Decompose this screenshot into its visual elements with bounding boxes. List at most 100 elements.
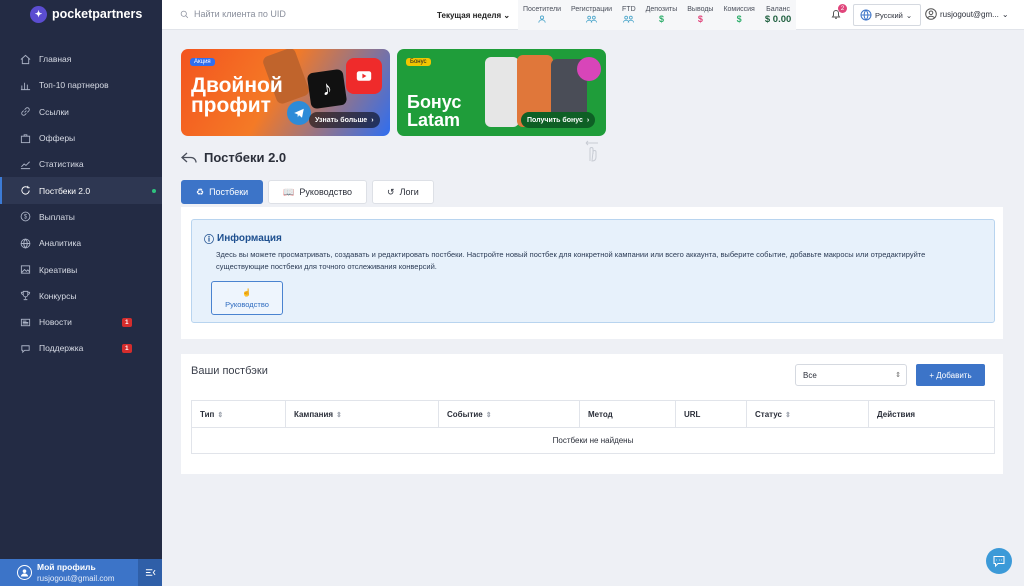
column-label: Действия bbox=[877, 409, 916, 419]
column-label: Тип bbox=[200, 409, 215, 419]
column-label: Метод bbox=[588, 409, 613, 419]
period-select[interactable]: Текущая неделя ⌄ bbox=[437, 11, 510, 20]
search-input[interactable]: Найти клиента по UID bbox=[194, 9, 286, 19]
column-label: Статус bbox=[755, 409, 782, 419]
news-icon bbox=[20, 317, 31, 328]
banner-title-line1: Двойной bbox=[191, 74, 283, 97]
tabs: ♻ Постбеки 📖 Руководство ↺ Логи bbox=[181, 180, 434, 204]
tab-label: Постбеки bbox=[209, 187, 249, 197]
profile-email: rusjogout@gmail.com bbox=[37, 573, 115, 583]
column-method: Метод bbox=[579, 400, 676, 428]
sidebar-item-offers[interactable]: Офферы bbox=[0, 125, 162, 151]
sidebar-item-links[interactable]: Ссылки bbox=[0, 99, 162, 125]
sidebar-item-top10[interactable]: Топ-10 партнеров bbox=[0, 72, 162, 98]
sidebar-item-stats[interactable]: Статистика bbox=[0, 151, 162, 177]
stat-label: Депозиты bbox=[645, 5, 678, 13]
stat-registrations: Регистрации bbox=[566, 0, 617, 30]
learn-more-button[interactable]: Узнать больше › bbox=[309, 112, 380, 128]
phone-image bbox=[485, 57, 519, 127]
banner-title-line1: Бонус bbox=[407, 92, 462, 112]
banner-title: Двойной профит bbox=[191, 74, 283, 117]
stats-bar: Посетители Регистрации FTD Депозиты $ Выв… bbox=[518, 0, 797, 30]
sidebar-nav: Главная Топ-10 партнеров Ссылки Офферы С… bbox=[0, 46, 162, 362]
news-badge: 1 bbox=[122, 317, 132, 327]
brand-logo[interactable]: ✦ pocketpartners bbox=[0, 0, 162, 28]
button-label: + Добавить bbox=[929, 370, 972, 380]
chat-button[interactable] bbox=[986, 548, 1012, 574]
support-badge: 1 bbox=[122, 343, 132, 353]
svg-text:$: $ bbox=[24, 215, 28, 221]
sidebar-item-home[interactable]: Главная bbox=[0, 46, 162, 72]
user-circle-icon bbox=[925, 8, 937, 20]
sidebar: ✦ pocketpartners Главная Топ-10 партнеро… bbox=[0, 0, 162, 586]
avatar-icon bbox=[17, 565, 32, 580]
sidebar-item-analytics[interactable]: Аналитика bbox=[0, 230, 162, 256]
promo-banner-double-profit[interactable]: Акция ♪ Двойной профит Узнать больше › bbox=[181, 49, 390, 136]
postbacks-table: Тип ⇕ Кампания ⇕ Событие ⇕ Метод URL Статус… bbox=[191, 400, 995, 454]
filter-select[interactable]: Все ⇕ bbox=[795, 364, 907, 386]
column-actions: Действия bbox=[868, 400, 995, 428]
user-email: rusjogout@gm... bbox=[940, 9, 999, 19]
link-icon bbox=[20, 106, 31, 117]
column-event[interactable]: Событие ⇕ bbox=[438, 400, 580, 428]
banner-title-line2: профит bbox=[191, 94, 271, 117]
search-box[interactable]: Найти клиента по UID bbox=[180, 9, 286, 19]
table-row: Постбеки не найдены bbox=[191, 427, 995, 454]
tab-logs[interactable]: ↺ Логи bbox=[372, 180, 434, 204]
language-select[interactable]: Русский ⌄ bbox=[853, 4, 921, 26]
info-card: ⓘ Информация Здесь вы можете просматриват… bbox=[181, 207, 1003, 339]
chat-icon bbox=[993, 556, 1005, 568]
guide-button[interactable]: ☝ Руководство bbox=[211, 281, 283, 315]
brand-name: pocketpartners bbox=[52, 7, 143, 21]
sidebar-item-contests[interactable]: Конкурсы bbox=[0, 283, 162, 309]
info-title: ⓘ Информация bbox=[204, 231, 282, 246]
arrow-right-icon: › bbox=[586, 116, 590, 124]
notifications-button[interactable]: 2 bbox=[830, 4, 847, 22]
empty-state: Постбеки не найдены bbox=[191, 427, 995, 454]
sidebar-item-label: Выплаты bbox=[39, 211, 75, 222]
collapse-sidebar-icon[interactable] bbox=[138, 559, 162, 586]
stat-label: Посетители bbox=[523, 5, 561, 13]
column-type[interactable]: Тип ⇕ bbox=[191, 400, 286, 428]
banner-title: Бонус Latam bbox=[407, 93, 461, 129]
stat-deposits: Депозиты $ bbox=[641, 0, 683, 30]
info-text: Здесь вы можете просматривать, создавать… bbox=[216, 250, 926, 271]
add-postback-button[interactable]: + Добавить bbox=[916, 364, 985, 386]
stat-withdrawals: Выводы $ bbox=[682, 0, 718, 30]
youtube-icon bbox=[346, 58, 382, 94]
arrow-right-icon: › bbox=[371, 116, 374, 124]
column-label: Событие bbox=[447, 409, 483, 419]
sidebar-item-news[interactable]: Новости 1 bbox=[0, 309, 162, 335]
user-menu[interactable]: rusjogout@gm... ⌄ bbox=[925, 8, 1009, 20]
tab-guide[interactable]: 📖 Руководство bbox=[268, 180, 368, 204]
postbacks-title: Ваши постбэки bbox=[191, 365, 268, 377]
banner-tag: Акция bbox=[190, 58, 215, 66]
column-campaign[interactable]: Кампания ⇕ bbox=[285, 400, 439, 428]
stat-label: Комиссия bbox=[723, 5, 755, 13]
info-box: ⓘ Информация Здесь вы можете просматриват… bbox=[191, 219, 995, 323]
sort-icon: ⇕ bbox=[336, 411, 342, 419]
share-back-icon bbox=[181, 152, 197, 163]
sidebar-item-label: Статистика bbox=[39, 159, 84, 170]
promo-banner-bonus-latam[interactable]: Бонус Бонус Latam Получить бонус › bbox=[397, 49, 606, 136]
sidebar-item-label: Конкурсы bbox=[39, 290, 77, 301]
chart-bars-icon bbox=[20, 80, 31, 91]
column-status[interactable]: Статус ⇕ bbox=[746, 400, 869, 428]
chevron-down-icon: ⌄ bbox=[905, 10, 913, 20]
page-title: Постбеки 2.0 bbox=[181, 150, 286, 165]
users-icon bbox=[623, 14, 635, 25]
sidebar-item-creatives[interactable]: Креативы bbox=[0, 256, 162, 282]
page-title-text: Постбеки 2.0 bbox=[204, 150, 287, 165]
sidebar-item-label: Поддержка bbox=[39, 343, 84, 354]
sidebar-item-label: Аналитика bbox=[39, 238, 82, 249]
globe-icon bbox=[860, 9, 872, 21]
sidebar-item-support[interactable]: Поддержка 1 bbox=[0, 335, 162, 361]
profile-panel[interactable]: Мой профиль rusjogout@gmail.com bbox=[0, 559, 162, 586]
sidebar-item-payouts[interactable]: $ Выплаты bbox=[0, 204, 162, 230]
tab-postbacks[interactable]: ♻ Постбеки bbox=[181, 180, 264, 204]
sidebar-item-postbacks[interactable]: Постбеки 2.0 bbox=[0, 177, 162, 204]
telegram-icon bbox=[287, 101, 311, 125]
get-bonus-button[interactable]: Получить бонус › bbox=[521, 112, 596, 128]
stat-label: Выводы bbox=[687, 5, 714, 13]
touch-icon: ☝ bbox=[242, 287, 252, 297]
